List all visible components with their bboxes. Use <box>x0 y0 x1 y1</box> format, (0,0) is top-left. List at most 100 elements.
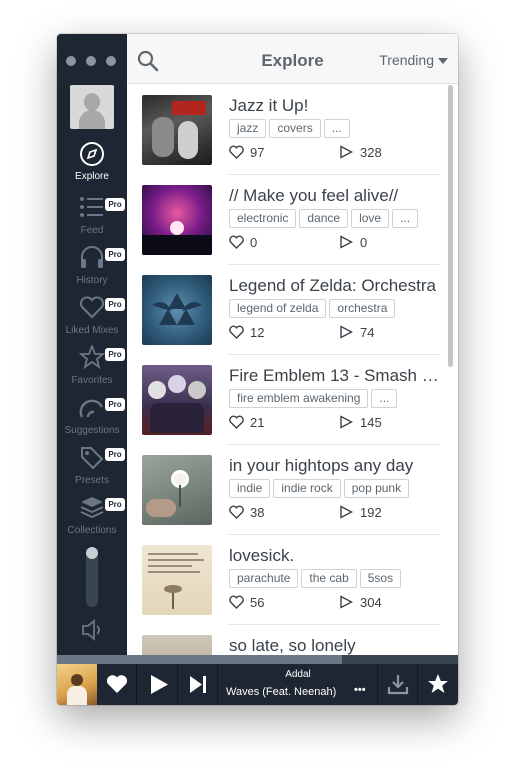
tag[interactable]: indie <box>229 479 271 498</box>
heart-outline-icon <box>229 595 244 609</box>
favorite-button[interactable] <box>418 664 458 705</box>
likes-count: 97 <box>250 145 265 160</box>
tag-list: legend of zelda orchestra <box>229 299 444 319</box>
window-dot-icon[interactable] <box>86 56 96 66</box>
play-outline-icon <box>340 235 353 249</box>
speaker-icon[interactable] <box>81 619 105 641</box>
sidebar-item-label: Suggestions <box>64 425 120 436</box>
tag[interactable]: fire emblem awakening <box>229 389 369 408</box>
sidebar-item-label: Collections <box>67 525 117 536</box>
tag[interactable]: 5sos <box>359 569 402 588</box>
sidebar-item-label: Favorites <box>71 375 113 386</box>
list-item[interactable]: // Make you feel alive// electronic dance… <box>127 175 458 265</box>
likes-count: 56 <box>250 595 265 610</box>
triforce-icon <box>152 293 202 325</box>
download-icon <box>387 675 409 695</box>
sidebar-item-liked-mixes[interactable]: Pro Liked Mixes <box>57 295 127 341</box>
compass-icon <box>80 142 104 166</box>
mix-title[interactable]: Fire Emblem 13 - Smash Bros <box>229 366 441 386</box>
sidebar-item-collections[interactable]: Pro Collections <box>57 495 127 541</box>
now-playing-track: Waves (Feat. Neenah) <box>226 686 337 698</box>
tag[interactable]: the cab <box>301 569 357 588</box>
list-item[interactable]: Jazz it Up! jazz covers... 97 328 <box>127 85 458 175</box>
mix-cover-image[interactable] <box>142 545 212 615</box>
sort-label: Trending <box>379 52 434 68</box>
tag[interactable]: covers <box>269 119 321 138</box>
pro-badge: Pro <box>105 248 125 261</box>
tag[interactable]: love <box>351 209 390 228</box>
list-item[interactable]: Legend of Zelda: Orchestra legend of zel… <box>127 265 458 355</box>
tag[interactable]: dance <box>299 209 349 228</box>
tag[interactable]: jazz <box>229 119 267 138</box>
list-item[interactable]: Fire Emblem 13 - Smash Bros fire emblem … <box>127 355 458 445</box>
window-dot-icon[interactable] <box>106 56 116 66</box>
list-item[interactable]: lovesick. parachute the cab 5sos 56 304 <box>127 535 458 625</box>
tag-list: jazz covers... <box>229 119 444 139</box>
sidebar-item-label: Liked Mixes <box>65 325 119 336</box>
mix-title[interactable]: // Make you feel alive// <box>229 186 441 206</box>
sidebar-item-favorites[interactable]: Pro Favorites <box>57 345 127 391</box>
play-outline-icon <box>340 415 353 429</box>
sidebar-item-presets[interactable]: Pro Presets <box>57 445 127 491</box>
scrollbar[interactable] <box>448 85 453 367</box>
sidebar-item-label: Presets <box>75 475 109 486</box>
heart-outline-icon <box>229 325 244 339</box>
tag[interactable]: electronic <box>229 209 297 228</box>
sort-dropdown[interactable]: Trending <box>379 52 448 68</box>
sidebar-item-history[interactable]: Pro History <box>57 245 127 291</box>
play-icon <box>151 675 168 694</box>
mix-cover-image[interactable] <box>142 275 212 345</box>
play-button[interactable] <box>137 664 178 705</box>
heart-icon <box>79 296 105 319</box>
download-button[interactable] <box>378 664 418 705</box>
pro-badge: Pro <box>105 398 125 411</box>
likes-count: 21 <box>250 415 265 430</box>
window-dot-icon[interactable] <box>66 56 76 66</box>
tag-icon <box>81 447 104 469</box>
sidebar: Explore Pro Feed Pro History Pro Liked M… <box>57 34 127 655</box>
mix-title[interactable]: Jazz it Up! <box>229 96 441 116</box>
likes-count: 12 <box>250 325 265 340</box>
mix-title[interactable]: in your hightops any day <box>229 456 441 476</box>
pro-badge: Pro <box>105 498 125 511</box>
more-tags[interactable]: ... <box>323 119 350 138</box>
sidebar-item-explore[interactable]: Explore <box>57 141 127 187</box>
mix-cover-image[interactable] <box>142 635 212 655</box>
sidebar-item-suggestions[interactable]: Pro Suggestions <box>57 395 127 441</box>
sidebar-item-label: Explore <box>75 171 109 182</box>
plays-count: 328 <box>360 145 382 160</box>
play-outline-icon <box>340 325 353 339</box>
mix-cover-image[interactable] <box>142 95 212 165</box>
header: Explore Trending <box>127 34 458 84</box>
list-item[interactable]: in your hightops any day indie indie rock… <box>127 445 458 535</box>
now-playing-cover[interactable] <box>57 664 97 705</box>
tag-list: electronic dance love... <box>229 209 444 229</box>
pro-badge: Pro <box>105 448 125 461</box>
mix-title[interactable]: Legend of Zelda: Orchestra <box>229 276 441 296</box>
play-outline-icon <box>340 595 353 609</box>
more-options-button[interactable]: ••• <box>354 684 366 696</box>
avatar[interactable] <box>70 85 114 129</box>
list-item[interactable]: so late, so lonely <box>127 625 458 655</box>
mix-cover-image[interactable] <box>142 455 212 525</box>
mix-cover-image[interactable] <box>142 365 212 435</box>
volume-knob[interactable] <box>86 547 98 559</box>
mix-title[interactable]: lovesick. <box>229 546 441 566</box>
tag[interactable]: pop punk <box>343 479 410 498</box>
plays-count: 74 <box>360 325 375 340</box>
tag[interactable]: orchestra <box>329 299 396 318</box>
skip-button[interactable] <box>178 664 218 705</box>
tag[interactable]: legend of zelda <box>229 299 327 318</box>
tag[interactable]: parachute <box>229 569 299 588</box>
mix-cover-image[interactable] <box>142 185 212 255</box>
like-button[interactable] <box>97 664 137 705</box>
now-playing[interactable]: Addal Waves (Feat. Neenah) ••• <box>218 664 378 705</box>
more-tags[interactable]: ... <box>392 209 419 228</box>
more-tags[interactable]: ... <box>371 389 398 408</box>
tag[interactable]: indie rock <box>273 479 341 498</box>
mix-title[interactable]: so late, so lonely <box>229 636 441 655</box>
sidebar-item-label: Feed <box>80 225 104 236</box>
tag-list: parachute the cab 5sos <box>229 569 444 589</box>
chevron-down-icon <box>438 58 448 65</box>
sidebar-item-feed[interactable]: Pro Feed <box>57 195 127 241</box>
